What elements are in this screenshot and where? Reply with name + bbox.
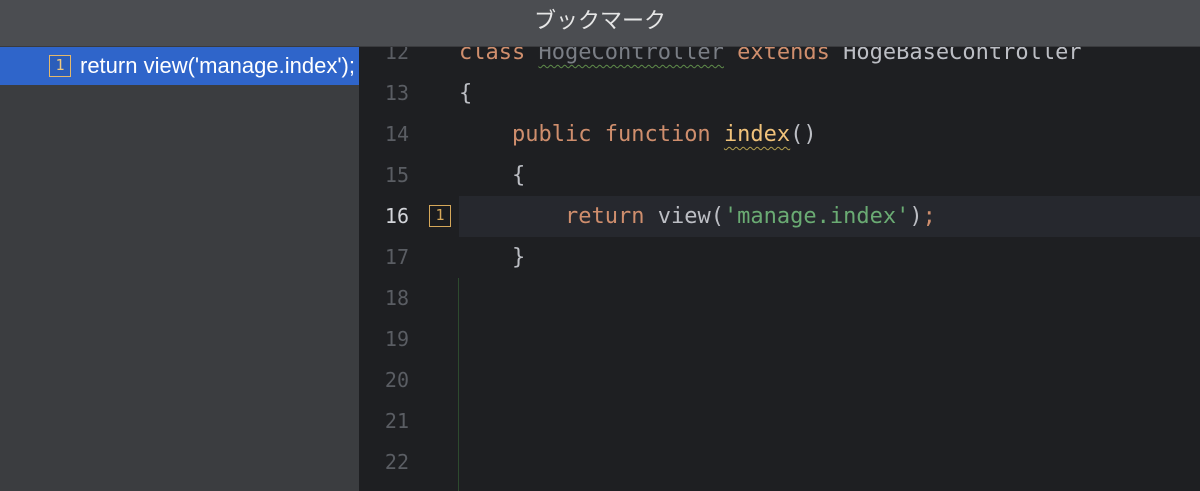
- indent-token: [459, 245, 512, 270]
- function-name-token: index: [723, 122, 791, 147]
- keyword-token: public: [511, 122, 592, 147]
- keyword-token: extends: [737, 47, 830, 65]
- brace-token: {: [459, 81, 473, 106]
- function-call-token: view: [657, 204, 711, 229]
- line-number: 19: [384, 327, 409, 351]
- line-number: 18: [384, 286, 409, 310]
- keyword-token: function: [604, 122, 711, 147]
- paren-token: (: [710, 204, 724, 229]
- keyword-token: return: [564, 204, 645, 229]
- current-line-number: 16: [384, 204, 409, 228]
- line-number: 15: [384, 163, 409, 187]
- bookmark-mnemonic-icon: 1: [49, 55, 71, 77]
- indent-token: [459, 204, 565, 229]
- parent-class-token: HogeBaseController: [843, 47, 1082, 65]
- line-number: 12: [384, 47, 409, 64]
- code-area[interactable]: class HogeController extends HogeBaseCon…: [459, 47, 1200, 491]
- current-code-line: return view('manage.index');: [459, 196, 1200, 237]
- line-number: 17: [384, 245, 409, 269]
- semicolon-token: ;: [922, 204, 936, 229]
- code-line: {: [459, 73, 1200, 114]
- line-number: 14: [384, 122, 409, 146]
- line-number: 13: [384, 81, 409, 105]
- keyword-token: class: [459, 47, 526, 65]
- class-name-token: HogeController: [538, 47, 724, 65]
- editor-gutter[interactable]: 12 13 14 15 16 17 18 19 20 21 22 1: [359, 47, 463, 491]
- gutter-bookmark-icon[interactable]: 1: [429, 205, 451, 227]
- line-number: 21: [384, 409, 409, 433]
- string-token: 'manage.index': [723, 204, 910, 229]
- indent-token: [459, 122, 512, 147]
- bookmarks-window-title: ブックマーク: [0, 0, 1200, 47]
- bookmark-list-item[interactable]: 1 return view('manage.index');: [0, 47, 359, 85]
- code-line: public function index(): [459, 114, 1200, 155]
- indent-token: [459, 163, 512, 188]
- code-line: }: [459, 237, 1200, 278]
- brace-token: {: [511, 163, 526, 188]
- paren-token: ): [909, 204, 923, 229]
- brace-token: }: [511, 245, 526, 270]
- code-line: {: [459, 155, 1200, 196]
- bookmark-item-label: return view('manage.index');: [80, 53, 355, 78]
- line-number: 20: [384, 368, 409, 392]
- bookmarks-panel: 1 return view('manage.index');: [0, 47, 359, 491]
- code-editor[interactable]: 12 13 14 15 16 17 18 19 20 21 22 1 class…: [359, 47, 1200, 491]
- code-line: class HogeController extends HogeBaseCon…: [459, 47, 1200, 73]
- paren-token: (): [790, 122, 817, 147]
- line-number: 22: [384, 450, 409, 474]
